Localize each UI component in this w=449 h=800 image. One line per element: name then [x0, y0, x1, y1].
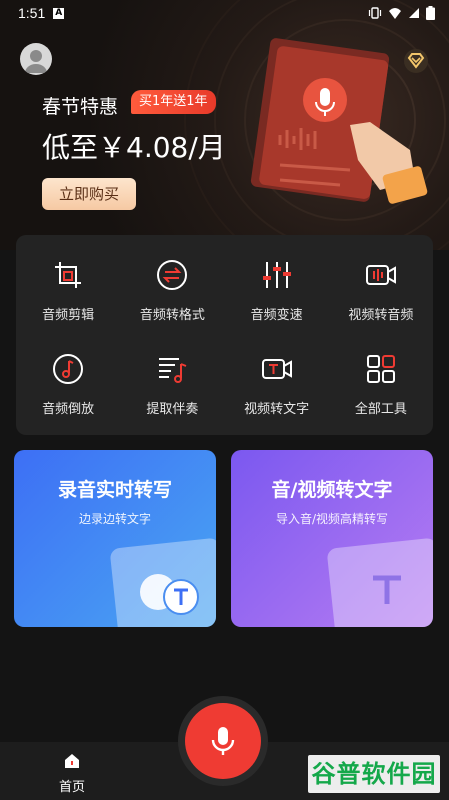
- card-title: 录音实时转写: [57, 479, 172, 501]
- promo-badge: 买1年送1年: [131, 90, 216, 114]
- file-transcribe-card[interactable]: 音/视频转文字 导入音/视频高精转写: [231, 450, 433, 627]
- tool-audio-convert[interactable]: 音频转格式: [120, 243, 224, 337]
- music-note-icon: [53, 353, 84, 384]
- card-subtitle: 边录边转文字: [78, 512, 151, 526]
- promo-title: 春节特惠: [42, 96, 119, 118]
- record-button-inner: [185, 703, 261, 779]
- playlist-icon: [159, 357, 187, 383]
- card-subtitle: 导入音/视频高精转写: [275, 512, 389, 526]
- tool-label: 音频倒放: [42, 401, 95, 417]
- tool-label: 音频变速: [250, 307, 303, 323]
- tool-label: 视频转文字: [244, 401, 310, 417]
- tool-video-to-audio[interactable]: 视频转音频: [329, 243, 433, 337]
- convert-icon: [157, 259, 188, 290]
- tools-grid: 音频剪辑 音频转格式 音频变速 视频转音频 音频倒放 提取伴奏 视频转文字 全部…: [16, 235, 433, 435]
- grid-icon: [366, 354, 395, 383]
- battery-icon: [426, 6, 435, 20]
- home-icon: [65, 754, 79, 768]
- tool-audio-cut[interactable]: 音频剪辑: [16, 243, 120, 337]
- sliders-icon: [262, 261, 291, 288]
- promo-banner[interactable]: 春节特惠 买1年送1年 低至￥4.08/月 立即购买: [0, 0, 449, 250]
- tool-label: 提取伴奏: [146, 401, 199, 417]
- tool-audio-speed[interactable]: 音频变速: [225, 243, 329, 337]
- tool-extract-accompaniment[interactable]: 提取伴奏: [120, 337, 224, 431]
- nav-home-label: 首页: [58, 780, 85, 795]
- tool-video-to-text[interactable]: 视频转文字: [225, 337, 329, 431]
- user-icon: [25, 50, 47, 73]
- text-t-icon: [373, 575, 401, 604]
- signal-icon: [409, 8, 419, 18]
- speech-bubble-icon: [140, 574, 199, 615]
- crop-icon: [55, 261, 82, 288]
- tool-label: 音频剪辑: [42, 307, 95, 323]
- notification-icon: A: [53, 7, 65, 19]
- status-icons: [368, 6, 435, 20]
- tool-all-tools[interactable]: 全部工具: [329, 337, 433, 431]
- video-to-audio-icon: [365, 264, 396, 285]
- vip-diamond-icon[interactable]: [403, 48, 429, 74]
- vibrate-icon: [368, 7, 382, 19]
- promo-price: 低至￥4.08/月: [42, 131, 226, 164]
- card-title: 音/视频转文字: [271, 479, 393, 501]
- tool-label: 音频转格式: [139, 307, 205, 323]
- status-bar: 1:51 A: [0, 0, 449, 26]
- wifi-icon: [389, 8, 401, 19]
- realtime-transcribe-card[interactable]: 录音实时转写 边录边转文字: [14, 450, 216, 627]
- microphone-icon: [211, 727, 235, 755]
- record-button[interactable]: [178, 696, 268, 786]
- buy-now-button[interactable]: 立即购买: [42, 178, 136, 210]
- watermark-logo: 谷普软件园: [308, 755, 440, 793]
- video-text-icon: [261, 358, 292, 379]
- nav-home[interactable]: 首页: [50, 752, 94, 795]
- tool-label: 视频转音频: [348, 307, 414, 323]
- status-time: 1:51: [18, 5, 46, 21]
- tool-label: 全部工具: [354, 401, 407, 417]
- tool-audio-reverse[interactable]: 音频倒放: [16, 337, 120, 431]
- avatar[interactable]: [20, 43, 52, 75]
